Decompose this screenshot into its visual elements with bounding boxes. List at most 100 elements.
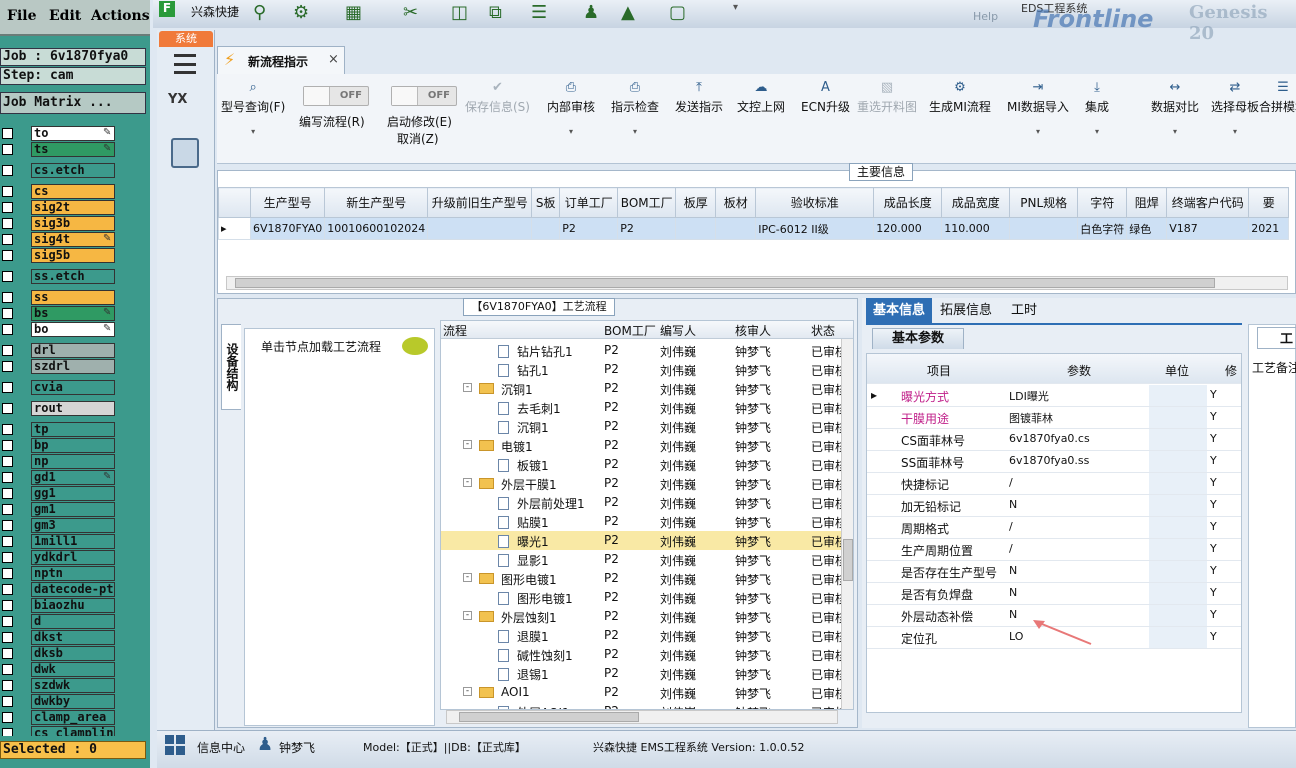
layer-checkbox[interactable]: [2, 568, 13, 579]
layer-row[interactable]: dwkby: [0, 694, 146, 709]
main-col-header[interactable]: 要: [1248, 187, 1290, 218]
ribbon-btn-8[interactable]: ⚙ 生成MI流程: [929, 74, 991, 164]
main-cell[interactable]: [1009, 217, 1079, 240]
layer-row[interactable]: np: [0, 454, 146, 469]
col-flow[interactable]: 流程: [443, 322, 467, 339]
table-icon[interactable]: ▦: [345, 2, 362, 23]
params-hscrollbar[interactable]: [871, 712, 1239, 713]
param-row[interactable]: 周期格式 / Y: [867, 517, 1241, 539]
col-param[interactable]: 参数: [1067, 362, 1091, 379]
tree-hscrollbar[interactable]: [446, 710, 838, 724]
main-col-header[interactable]: 订单工厂: [559, 187, 619, 218]
job-matrix-button[interactable]: Job Matrix ...: [0, 92, 146, 114]
main-info-scrollbar[interactable]: [226, 276, 1288, 290]
tree-row[interactable]: 钻孔1 P2 刘伟巍 钟梦飞 已审核: [441, 360, 847, 379]
layer-checkbox[interactable]: [2, 728, 13, 736]
chart-icon[interactable]: ▲: [621, 2, 635, 23]
param-value[interactable]: /: [1009, 542, 1013, 555]
layer-row[interactable]: cvia: [0, 380, 146, 395]
col-unit[interactable]: 单位: [1165, 362, 1189, 379]
main-cell[interactable]: P2: [617, 217, 677, 240]
layer-checkbox[interactable]: [2, 292, 13, 303]
layer-row[interactable]: dkst: [0, 630, 146, 645]
main-col-header[interactable]: BOM工厂: [617, 187, 677, 218]
layer-row[interactable]: ss: [0, 290, 146, 305]
menu-edit[interactable]: Edit: [49, 8, 81, 24]
layer-checkbox[interactable]: [2, 308, 13, 319]
tab-basic-info[interactable]: 基本信息: [866, 298, 932, 323]
main-cell[interactable]: IPC-6012 II级: [755, 217, 875, 240]
tree-row[interactable]: 外层前处理1 P2 刘伟巍 钟梦飞 已审核: [441, 493, 847, 512]
param-row[interactable]: 是否有负焊盘 N Y: [867, 583, 1241, 605]
main-cell[interactable]: [715, 217, 757, 240]
main-cell[interactable]: P2: [559, 217, 619, 240]
layer-row[interactable]: 1mill1: [0, 534, 146, 549]
toggle-switch[interactable]: OFF: [391, 86, 457, 106]
main-cell[interactable]: V187: [1166, 217, 1250, 240]
layer-row[interactable]: gg1: [0, 486, 146, 501]
copy-icon[interactable]: ⧉: [489, 2, 502, 23]
ribbon-btn-3[interactable]: ⎙ 指示检查 ▾: [611, 74, 659, 164]
layer-checkbox[interactable]: [2, 382, 13, 393]
ribbon-btn-1[interactable]: ✔ 保存信息(S): [465, 74, 530, 164]
layer-row[interactable]: sig2t: [0, 200, 146, 215]
layer-checkbox[interactable]: [2, 424, 13, 435]
menu-file[interactable]: File: [7, 8, 36, 24]
layer-checkbox[interactable]: [2, 456, 13, 467]
ribbon-btn-5[interactable]: ☁ 文控上网: [737, 74, 785, 164]
chevron-down-icon[interactable]: ▾: [1007, 127, 1069, 136]
layer-row[interactable]: d: [0, 614, 146, 629]
main-cell[interactable]: [427, 217, 533, 240]
ribbon-btn-6[interactable]: A ECN升级: [801, 74, 850, 164]
layer-row[interactable]: sig3b: [0, 216, 146, 231]
layer-row[interactable]: sig4t ✎: [0, 232, 146, 247]
layer-row[interactable]: cs.etch: [0, 163, 146, 178]
layer-checkbox[interactable]: [2, 234, 13, 245]
tab-work-hours[interactable]: 工时: [1002, 298, 1046, 323]
ribbon-btn-0[interactable]: ⌕ 型号查询(F) ▾: [221, 74, 285, 164]
toggle-sublabel[interactable]: 取消(Z): [397, 130, 439, 147]
tree-vscrollbar[interactable]: [841, 339, 853, 709]
close-icon[interactable]: ×: [328, 52, 339, 67]
dropdown-icon[interactable]: ▾: [733, 2, 738, 13]
layer-row[interactable]: szdwk: [0, 678, 146, 693]
tab-system[interactable]: 系统: [159, 31, 213, 47]
layer-checkbox[interactable]: [2, 536, 13, 547]
param-row[interactable]: ▸ 曝光方式 LDI曝光 Y: [867, 385, 1241, 407]
tree-row[interactable]: - 沉铜1 P2 刘伟巍 钟梦飞 已审核: [441, 379, 847, 398]
ribbon-btn-7[interactable]: ▧ 重选开料图: [857, 74, 917, 164]
chevron-down-icon[interactable]: ▾: [1211, 127, 1259, 136]
ribbon-btn-10[interactable]: ⤓ 集成 ▾: [1085, 74, 1109, 164]
layer-row[interactable]: nptn: [0, 566, 146, 581]
tree-row[interactable]: 曝光1 P2 刘伟巍 钟梦飞 已审核: [441, 531, 847, 550]
layer-checkbox[interactable]: [2, 712, 13, 723]
main-col-header[interactable]: 验收标准: [755, 187, 875, 218]
layer-row[interactable]: cs_clamplin: [0, 726, 146, 736]
tree-row[interactable]: 图形电镀1 P2 刘伟巍 钟梦飞 已审核: [441, 588, 847, 607]
layer-checkbox[interactable]: [2, 324, 13, 335]
col-modify[interactable]: 修: [1225, 362, 1237, 379]
layer-row[interactable]: ydkdrl: [0, 550, 146, 565]
param-value[interactable]: N: [1009, 564, 1017, 577]
tree-row[interactable]: 显影1 P2 刘伟巍 钟梦飞 已审核: [441, 550, 847, 569]
tree-row[interactable]: 贴膜1 P2 刘伟巍 钟梦飞 已审核: [441, 512, 847, 531]
param-row[interactable]: CS面菲林号 6v1870fya0.cs Y: [867, 429, 1241, 451]
main-cell[interactable]: 白色字符: [1077, 217, 1128, 240]
window-icon[interactable]: ▢: [669, 2, 686, 23]
columns-icon[interactable]: ◫: [451, 2, 468, 23]
layer-checkbox[interactable]: [2, 202, 13, 213]
layer-checkbox[interactable]: [2, 186, 13, 197]
tree-row[interactable]: 沉铜1 P2 刘伟巍 钟梦飞 已审核: [441, 417, 847, 436]
layer-checkbox[interactable]: [2, 440, 13, 451]
scissors-icon[interactable]: ✂: [403, 2, 418, 23]
param-value[interactable]: 图镀菲林: [1009, 410, 1053, 426]
tree-row[interactable]: 外层AOI1P2刘伟巍钟梦飞已审核: [441, 702, 847, 709]
main-col-header[interactable]: 字符: [1077, 187, 1128, 218]
layer-checkbox[interactable]: [2, 472, 13, 483]
col-writer[interactable]: 编写人: [660, 322, 696, 339]
param-value[interactable]: 6v1870fya0.ss: [1009, 454, 1089, 467]
ribbon-btn-11[interactable]: ↔ 数据对比 ▾: [1151, 74, 1199, 164]
user-icon[interactable]: ♟: [583, 2, 599, 23]
layer-checkbox[interactable]: [2, 271, 13, 282]
layer-checkbox[interactable]: [2, 488, 13, 499]
